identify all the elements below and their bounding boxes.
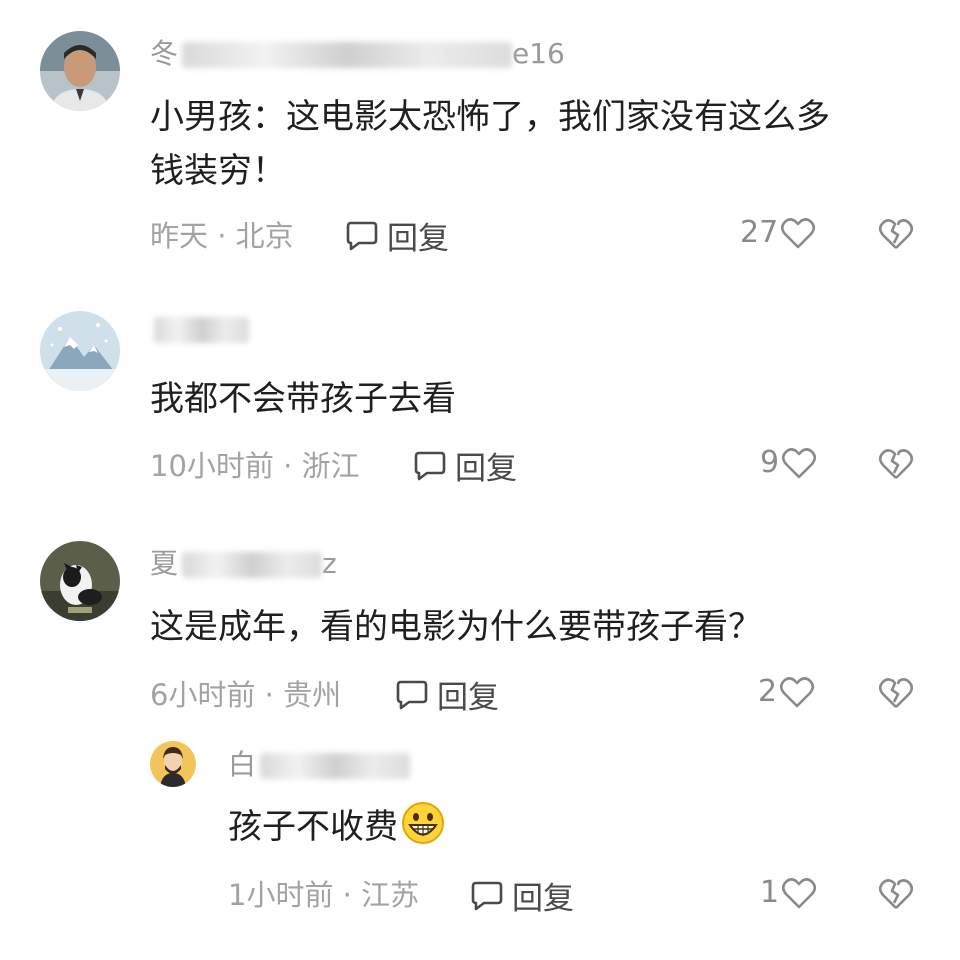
username[interactable]: 白 [228,743,411,783]
reply-label: 回复 [437,680,499,716]
avatar[interactable] [40,541,120,621]
dislike-broken-heart-icon[interactable] [878,676,914,710]
like-button[interactable]: 9 [760,445,817,480]
reply-bubble-icon [471,881,503,910]
reply-button[interactable]: 回复 [395,672,499,717]
comment-meta: 昨天 · 北京 [150,213,294,255]
location: 北京 [235,219,294,253]
comment-text: 这是成年，看的电影为什么要带孩子看？ [150,607,762,647]
like-button[interactable]: 2 [758,674,815,709]
snowy-mountain-icon [40,311,120,391]
like-count: 9 [760,445,780,480]
username[interactable]: 冬 e16 [150,32,565,72]
dislike-broken-heart-icon[interactable] [878,447,914,481]
username[interactable]: 夏z [150,542,337,582]
comment-meta: 6小时前 · 贵州 [150,672,341,714]
timestamp: 1小时前 [228,878,334,912]
meta-separator: · [283,449,293,483]
heart-icon [780,676,815,707]
reply-label: 回复 [387,221,449,257]
reply-bubble-icon [346,221,378,250]
timestamp: 6小时前 [150,678,256,712]
reply-button[interactable]: 回复 [470,873,574,918]
like-count: 27 [740,215,779,250]
heart-icon [782,877,817,908]
dislike-broken-heart-icon[interactable] [878,217,914,251]
timestamp: 10小时前 [150,449,274,483]
like-count: 2 [758,674,778,709]
meta-separator: · [342,878,352,912]
location: 江苏 [361,878,420,912]
comment-text: 我都不会带孩子去看 [150,379,456,419]
cat-photo-icon [40,541,120,621]
reply-label: 回复 [512,881,574,917]
meta-separator: · [264,678,274,712]
comment-text: 小男孩：这电影太恐怖了，我们家没有这么多 钱装穷！ [150,97,830,191]
comment-meta: 1小时前 · 江苏 [228,872,419,914]
timestamp: 昨天 [150,219,209,253]
like-count: 1 [760,875,780,910]
like-button[interactable]: 27 [740,215,816,250]
location: 贵州 [283,678,342,712]
avatar[interactable] [40,311,120,391]
location: 浙江 [301,449,360,483]
reply-bubble-icon [396,680,428,709]
reply-button[interactable]: 回复 [413,443,517,488]
cartoon-avatar-icon [150,741,196,787]
meta-separator: · [217,219,227,253]
avatar[interactable] [40,31,120,111]
username[interactable] [150,312,249,345]
dislike-broken-heart-icon[interactable] [878,877,914,911]
reply-bubble-icon [414,451,446,480]
avatar-photo-icon [40,31,120,111]
reply-button[interactable]: 回复 [345,213,449,258]
avatar[interactable] [150,741,196,787]
comment-text: 孩子不收费 [228,800,446,854]
heart-icon [781,217,816,248]
heart-icon [782,447,817,478]
reply-label: 回复 [455,451,517,487]
grinning-face-emoji-icon [402,802,444,844]
comment-meta: 10小时前 · 浙江 [150,443,360,485]
like-button[interactable]: 1 [760,875,817,910]
